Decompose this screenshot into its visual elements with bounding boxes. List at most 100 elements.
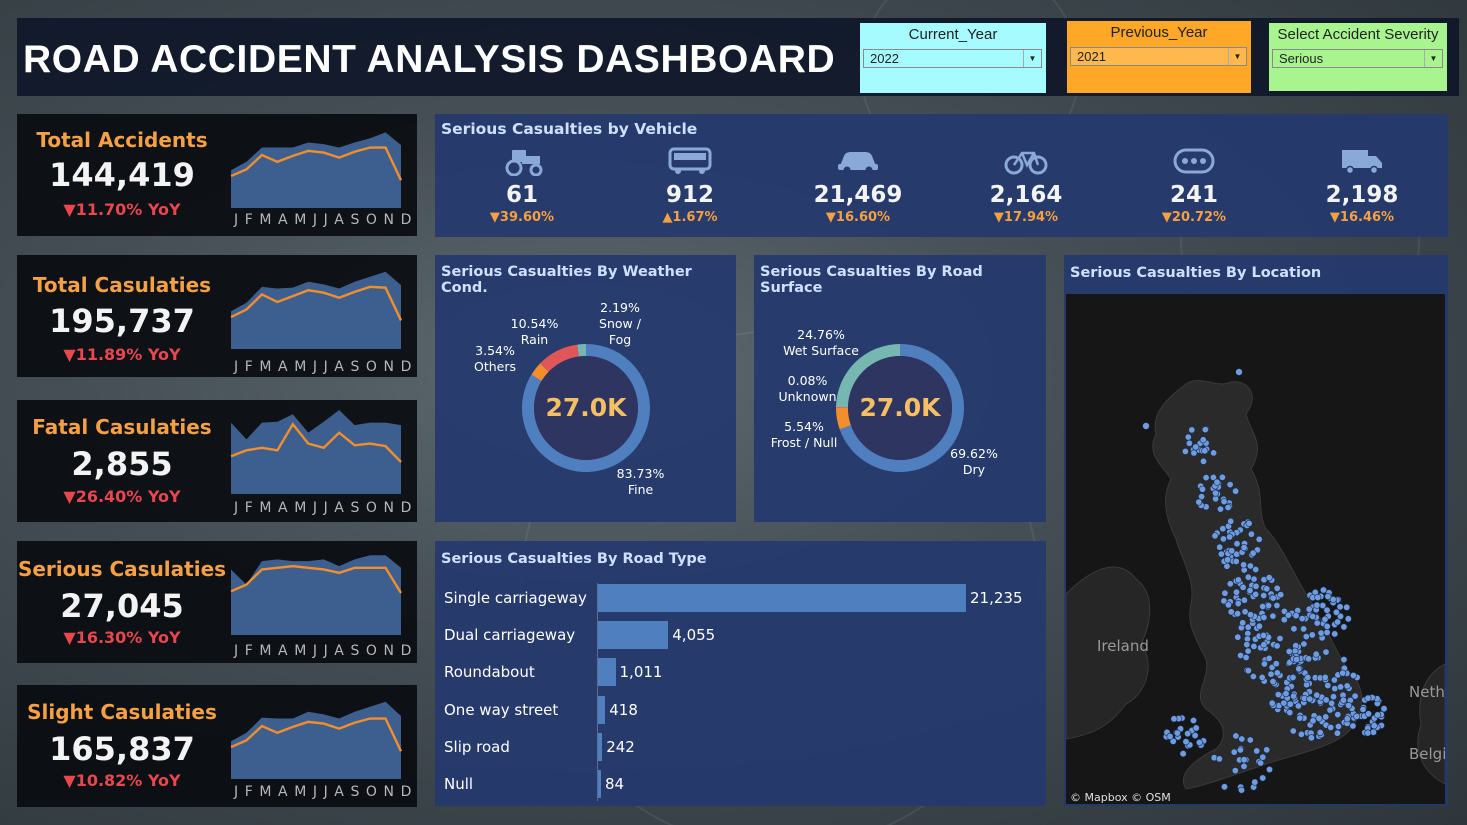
map-point[interactable] (1240, 544, 1248, 552)
map-point[interactable] (1297, 730, 1305, 738)
map-point[interactable] (1337, 683, 1345, 691)
map-point[interactable] (1251, 778, 1259, 786)
map-point[interactable] (1323, 628, 1331, 636)
map-point[interactable] (1228, 547, 1236, 555)
road-type-row[interactable]: Null 84 (435, 770, 1035, 800)
map-point[interactable] (1321, 615, 1329, 623)
map-point[interactable] (1239, 619, 1247, 627)
map-point[interactable] (1364, 710, 1372, 718)
map-point[interactable] (1260, 631, 1268, 639)
map-point[interactable] (1216, 543, 1224, 551)
map-point[interactable] (1298, 615, 1306, 623)
map-point[interactable] (1260, 591, 1268, 599)
vehicle-item[interactable]: 912 ▲1.67% (610, 146, 770, 225)
kpi-card-slight-casualties[interactable]: Slight Casulaties 165,837 ▼10.82% YoY JF… (17, 685, 417, 807)
map-point[interactable] (1247, 530, 1255, 538)
map-point[interactable] (1219, 535, 1227, 543)
map-point[interactable] (1286, 700, 1294, 708)
map-point[interactable] (1332, 608, 1340, 616)
map-point[interactable] (1226, 533, 1234, 541)
map-point[interactable] (1300, 625, 1308, 633)
map-point[interactable] (1259, 753, 1267, 761)
kpi-card-total-casualties[interactable]: Total Casulaties 195,737 ▼11.89% YoY JFM… (17, 255, 417, 377)
map-point[interactable] (1339, 669, 1347, 677)
map-point[interactable] (1184, 730, 1192, 738)
map-point[interactable] (1323, 606, 1331, 614)
vehicle-item[interactable]: 61 ▼39.60% (442, 146, 602, 225)
map-point[interactable] (1213, 478, 1221, 486)
map-point[interactable] (1324, 592, 1332, 600)
kpi-card-total-accidents[interactable]: Total Accidents 144,419 ▼11.70% YoY JFMA… (17, 114, 417, 236)
map-point[interactable] (1327, 723, 1335, 731)
map-point[interactable] (1265, 574, 1273, 582)
kpi-card-serious-casualties[interactable]: Serious Casulaties 27,045 ▼16.30% YoY JF… (17, 541, 417, 663)
map-point[interactable] (1322, 648, 1330, 656)
vehicle-item[interactable]: 21,469 ▼16.60% (778, 146, 938, 225)
map-point[interactable] (1219, 525, 1227, 533)
previous-year-select[interactable]: 2021 ▼ (1070, 47, 1247, 66)
road-type-bar[interactable] (598, 658, 616, 686)
map-point[interactable] (1334, 722, 1342, 730)
map-point[interactable] (1227, 517, 1235, 525)
map-point[interactable] (1340, 656, 1348, 664)
map-point[interactable] (1374, 711, 1382, 719)
map-point[interactable] (1221, 589, 1229, 597)
map-point[interactable] (1252, 590, 1260, 598)
map-point[interactable] (1306, 695, 1314, 703)
vehicle-item[interactable]: 241 ▼20.72% (1114, 146, 1274, 225)
map-point[interactable] (1244, 667, 1252, 675)
map-point[interactable] (1245, 519, 1253, 527)
map-point[interactable] (1166, 732, 1174, 740)
map-point[interactable] (1243, 641, 1251, 649)
map-point[interactable] (1242, 653, 1250, 661)
map-point[interactable] (1195, 498, 1203, 506)
map-point[interactable] (1234, 576, 1242, 584)
map-point[interactable] (1269, 594, 1277, 602)
map-point[interactable] (1252, 582, 1260, 590)
map-point[interactable] (1182, 738, 1190, 746)
map-point[interactable] (1308, 631, 1316, 639)
map-point[interactable] (1188, 426, 1196, 434)
map-point[interactable] (1302, 633, 1310, 641)
map-point[interactable] (1293, 655, 1301, 663)
map-point[interactable] (1269, 677, 1277, 685)
map-point[interactable] (1309, 717, 1317, 725)
map-point[interactable] (1339, 696, 1347, 704)
map-point[interactable] (1307, 734, 1315, 742)
map-point[interactable] (1192, 724, 1200, 732)
map-point[interactable] (1238, 786, 1246, 794)
road-type-bar[interactable] (598, 621, 669, 649)
map-point[interactable] (1232, 487, 1240, 495)
map-point[interactable] (1343, 715, 1351, 723)
map-point[interactable] (1232, 557, 1240, 565)
map-point[interactable] (1236, 746, 1244, 754)
current-year-select[interactable]: 2022 ▼ (863, 49, 1042, 68)
road-type-row[interactable]: Roundabout 1,011 (435, 658, 1035, 688)
map-point[interactable] (1181, 447, 1189, 455)
map-point[interactable] (1244, 647, 1252, 655)
map-point[interactable] (1255, 535, 1263, 543)
map-point[interactable] (1312, 650, 1320, 658)
map-point[interactable] (1321, 673, 1329, 681)
map-point[interactable] (1370, 722, 1378, 730)
map-point[interactable] (1234, 633, 1242, 641)
map-point[interactable] (1309, 612, 1317, 620)
map-point[interactable] (1334, 618, 1342, 626)
map-point[interactable] (1244, 573, 1252, 581)
map-point[interactable] (1234, 610, 1242, 618)
map-point[interactable] (1221, 783, 1229, 791)
map-point[interactable] (1353, 712, 1361, 720)
map-point[interactable] (1359, 705, 1367, 713)
map-point[interactable] (1336, 603, 1344, 611)
map-point[interactable] (1313, 619, 1321, 627)
map-point[interactable] (1364, 694, 1372, 702)
map-point[interactable] (1235, 368, 1243, 376)
map-point[interactable] (1316, 728, 1324, 736)
map-point[interactable] (1249, 672, 1257, 680)
map-point[interactable] (1263, 585, 1271, 593)
map-point[interactable] (1238, 735, 1246, 743)
map-point[interactable] (1284, 611, 1292, 619)
road-type-row[interactable]: Dual carriageway 4,055 (435, 621, 1035, 651)
map-point[interactable] (1364, 729, 1372, 737)
map-point[interactable] (1199, 436, 1207, 444)
